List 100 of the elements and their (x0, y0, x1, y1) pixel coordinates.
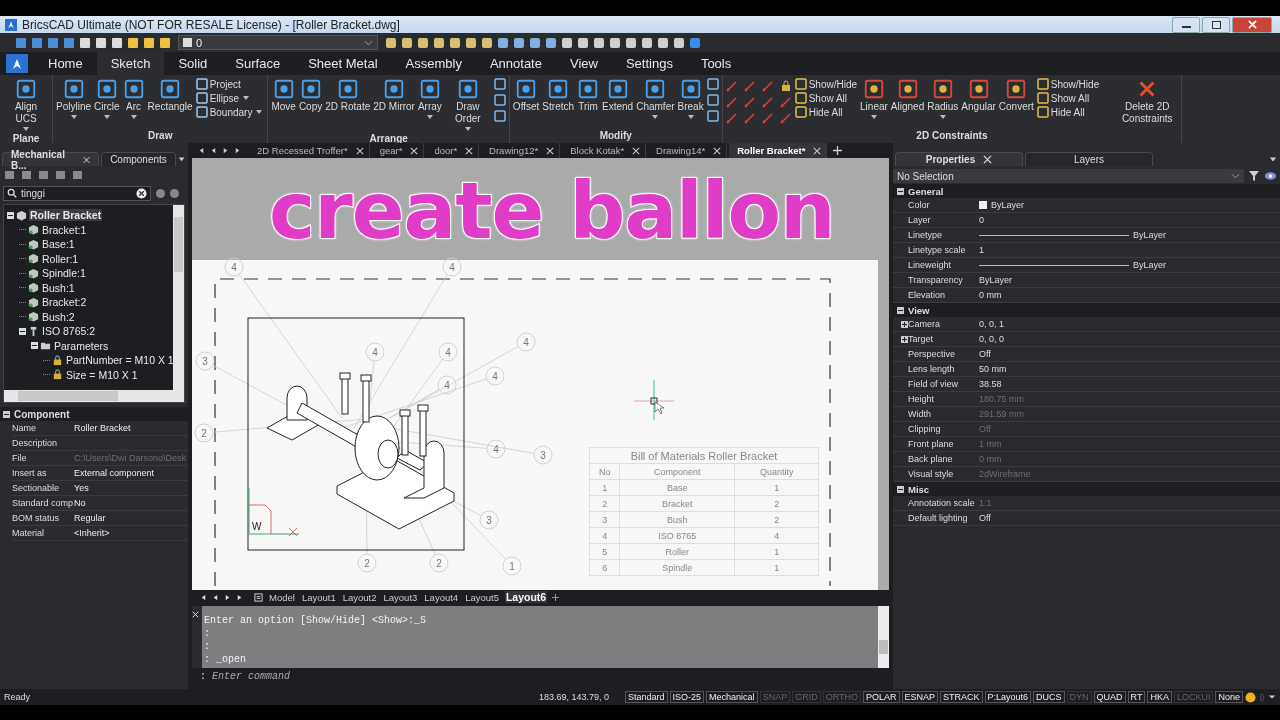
ribbon-button[interactable]: Radius (927, 78, 959, 121)
toolbar-icon[interactable] (688, 35, 702, 50)
tree-item[interactable]: Parameters (53, 339, 110, 352)
ribbon-tab[interactable]: Tools (686, 52, 746, 75)
close-icon[interactable] (410, 146, 419, 155)
toolbar-icon[interactable] (158, 35, 172, 50)
add-tab-icon[interactable] (833, 146, 843, 155)
tree-item[interactable]: Bracket:1 (41, 223, 88, 236)
line-icon[interactable] (761, 80, 774, 92)
layout-tab[interactable]: Layout1 (300, 591, 337, 603)
ribbon-button[interactable]: Rectangle (147, 78, 193, 113)
ribbon-button[interactable]: Stretch (542, 78, 575, 113)
application-menu-button[interactable] (6, 54, 28, 73)
close-icon[interactable] (83, 155, 91, 164)
next-button[interactable] (170, 188, 179, 198)
close-button[interactable] (1232, 16, 1272, 33)
toolbar-icon[interactable] (624, 35, 638, 50)
square-icon[interactable] (706, 110, 719, 122)
ribbon-button[interactable]: Circle (94, 78, 120, 121)
toolbar-icon[interactable] (384, 35, 398, 50)
dropdown-icon[interactable] (1269, 154, 1277, 163)
status-toggle[interactable]: POLAR (863, 691, 900, 703)
minimize-button[interactable] (1172, 16, 1200, 33)
toolbar-icon[interactable] (464, 35, 478, 50)
ribbon-tab[interactable]: Settings (611, 52, 687, 75)
collapse-icon[interactable] (897, 306, 904, 314)
layer-dropdown[interactable]: 0 (178, 35, 378, 50)
toolbar-icon[interactable] (608, 35, 622, 50)
tree-item[interactable]: PartNumber = M10 X 1 (65, 354, 175, 367)
toolbar-icon[interactable] (528, 35, 542, 50)
close-icon[interactable] (546, 146, 555, 155)
close-icon[interactable] (813, 146, 822, 155)
add-tab-icon[interactable] (552, 593, 560, 601)
status-toggle[interactable]: HKA (1147, 691, 1172, 703)
layout-tab[interactable]: Layout6 (504, 591, 548, 603)
toolbar-icon[interactable] (640, 35, 654, 50)
toolbar-icon[interactable] (416, 35, 430, 50)
clear-icon[interactable] (136, 187, 147, 199)
toolbar-icon[interactable] (448, 35, 462, 50)
square-icon[interactable] (706, 78, 719, 90)
status-toggle[interactable]: Mechanical (706, 691, 758, 703)
line-icon[interactable] (743, 112, 756, 124)
toolbar-icon[interactable] (560, 35, 574, 50)
ribbon-button[interactable]: Convert (998, 78, 1034, 113)
close-icon[interactable] (713, 146, 722, 155)
tree-item[interactable]: Roller:1 (41, 252, 80, 265)
tree-item[interactable]: Roller Bracket (29, 209, 103, 222)
ribbon-button[interactable]: Boundary (195, 106, 265, 118)
line-icon[interactable] (725, 80, 738, 92)
ribbon-button[interactable]: Project (195, 78, 265, 90)
ribbon-button[interactable]: Offset (512, 78, 540, 113)
tree-item[interactable]: ISO 8765:2 (41, 325, 97, 338)
toolbar-icon[interactable] (94, 35, 108, 50)
line-icon[interactable] (725, 112, 738, 124)
drawing-canvas[interactable]: W 4 4 4 4 4 4 4 3 2 3 4 3 2 2 1 create ballon Bill of Materials Roller Bracket No Component Quantity 1 Base 1 2 Bracket 2 3 Bush 2 4 ISO 8765 4 5 Roller 1 6 Spindle 1 (192, 158, 889, 590)
line-icon[interactable] (779, 96, 792, 108)
ribbon-button[interactable]: Break (677, 78, 704, 121)
collapse-icon[interactable] (897, 187, 904, 195)
tree-item[interactable]: Spindle:1 (41, 267, 87, 280)
toolbar-icon[interactable] (656, 35, 670, 50)
ribbon-button[interactable]: Hide All (1036, 106, 1100, 118)
ribbon-tab[interactable]: Home (34, 52, 97, 75)
toolbar-icon[interactable] (78, 35, 92, 50)
toolbar-icon[interactable] (432, 35, 446, 50)
caret-icon[interactable] (1268, 694, 1276, 700)
ribbon-tab[interactable]: Sketch (96, 52, 165, 75)
status-toggle[interactable]: Standard (625, 691, 668, 703)
collapse-icon[interactable] (3, 410, 10, 418)
ribbon-button[interactable]: Copy (298, 78, 323, 113)
toolbar-icon[interactable] (544, 35, 558, 50)
ribbon-button[interactable]: Align UCS (3, 78, 49, 133)
ribbon-button[interactable]: Linear (860, 78, 888, 121)
ribbon-button[interactable]: Delete 2D Constraints (1116, 78, 1179, 125)
ribbon-button[interactable]: Arc (122, 78, 145, 121)
ribbon-button[interactable]: Show/Hide (794, 78, 858, 90)
lightbulb-icon[interactable] (1245, 691, 1256, 703)
panel-tab[interactable]: Layers (1025, 152, 1153, 166)
tree-item[interactable]: Base:1 (41, 238, 76, 251)
collapse-icon[interactable] (31, 342, 38, 350)
toolbar-icon[interactable] (62, 35, 76, 50)
ribbon-button[interactable]: Show All (1036, 92, 1100, 104)
ribbon-button[interactable]: Aligned (890, 78, 925, 113)
toolbar-icon[interactable] (576, 35, 590, 50)
toolbar-icon[interactable] (126, 35, 140, 50)
ribbon-tab[interactable]: Surface (221, 52, 295, 75)
ribbon-tab[interactable]: Assembly (391, 52, 476, 75)
status-toggle[interactable]: P:Layout6 (984, 691, 1032, 703)
previous-button[interactable] (156, 188, 165, 198)
tree-item[interactable]: Size = M10 X 1 (65, 368, 139, 381)
ribbon-button[interactable]: Hide All (794, 106, 858, 118)
toolbar-icon[interactable] (110, 35, 124, 50)
tree-item[interactable]: Bush:2 (41, 310, 76, 323)
toolbar-icon[interactable] (142, 35, 156, 50)
ribbon-tab[interactable]: Sheet Metal (294, 52, 392, 75)
layout-tab[interactable]: Model (268, 591, 296, 603)
eye-icon[interactable] (1264, 171, 1277, 181)
ribbon-button[interactable]: Show All (794, 92, 858, 104)
filter-icon[interactable] (1248, 170, 1260, 182)
square-icon[interactable] (493, 94, 506, 106)
layout-tab[interactable]: Layout4 (423, 591, 460, 603)
